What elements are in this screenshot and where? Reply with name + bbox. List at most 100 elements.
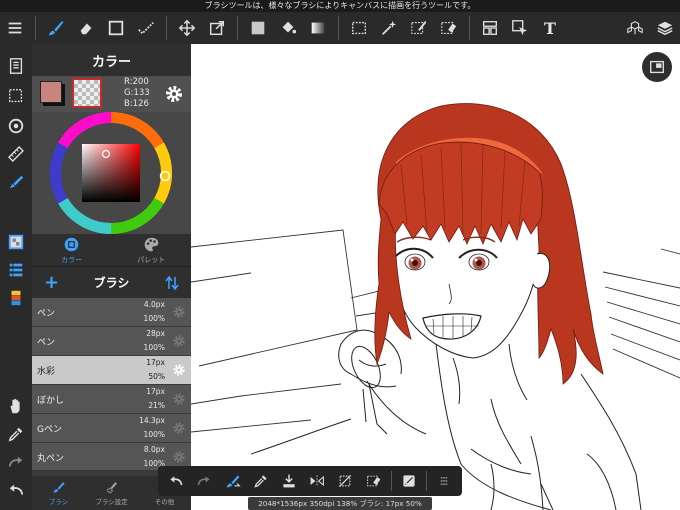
brush-settings-gear-icon[interactable] bbox=[172, 305, 186, 319]
side-panel: カラー R:200 G:133 B:126 カラー パレット + ブラシ ペン … bbox=[32, 44, 191, 510]
toolbar-divider bbox=[469, 16, 470, 40]
undo-icon[interactable] bbox=[4, 478, 28, 502]
text-tool-button[interactable]: T bbox=[535, 12, 565, 44]
document-icon[interactable] bbox=[4, 54, 28, 78]
palette-icon bbox=[144, 237, 159, 251]
snap-icon[interactable] bbox=[4, 114, 28, 138]
tab-other-label: その他 bbox=[154, 498, 175, 506]
tab-brush-settings[interactable]: ブラシ設定 bbox=[85, 476, 138, 510]
secondary-color-swatch[interactable] bbox=[72, 78, 102, 108]
toolbar-divider bbox=[237, 16, 238, 40]
layer-panel-toggle-icon[interactable] bbox=[4, 286, 28, 310]
brush-size: 17px bbox=[146, 387, 165, 396]
brush-list-item[interactable]: Gペン 14.3px 100% bbox=[32, 414, 191, 443]
brush-icon[interactable] bbox=[41, 12, 71, 44]
brush-settings-icon bbox=[106, 482, 117, 494]
brush-list-item[interactable]: ぼかし 17px 21% bbox=[32, 385, 191, 414]
brush-settings-gear-icon[interactable] bbox=[172, 363, 186, 377]
gradient-icon[interactable] bbox=[303, 12, 333, 44]
brush-settings-gear-icon[interactable] bbox=[172, 334, 186, 348]
status-message: ブラシツールは、様々なブラシによりキャンバスに描画を行うツールです。 bbox=[0, 0, 680, 12]
rectangle-icon[interactable] bbox=[101, 12, 131, 44]
redo-icon[interactable] bbox=[4, 450, 28, 474]
top-toolbar: T bbox=[0, 12, 680, 44]
brush-name: ペン bbox=[37, 309, 56, 319]
ruler-icon[interactable] bbox=[4, 142, 28, 166]
canvas-mode-button[interactable] bbox=[642, 52, 672, 82]
flip-horizontal-icon[interactable] bbox=[303, 466, 331, 496]
eyedropper-quick-icon[interactable] bbox=[247, 466, 275, 496]
brush-size: 28px bbox=[146, 329, 165, 338]
brush-opacity: 100% bbox=[143, 343, 165, 352]
tab-palette[interactable]: パレット bbox=[112, 234, 192, 266]
eyedropper-icon[interactable] bbox=[4, 422, 28, 446]
select-pen-icon[interactable] bbox=[404, 12, 434, 44]
brush-name: 水彩 bbox=[37, 367, 56, 377]
brush-name: ぼかし bbox=[37, 396, 65, 406]
brush-opacity: 21% bbox=[148, 401, 165, 410]
redo-quick-icon[interactable] bbox=[190, 466, 218, 496]
move-icon[interactable] bbox=[172, 12, 202, 44]
brush-panel-header: + ブラシ bbox=[32, 266, 191, 298]
drag-handle-icon[interactable] bbox=[430, 466, 458, 496]
brush-quick-icon[interactable] bbox=[218, 466, 246, 496]
tab-color[interactable]: カラー bbox=[32, 234, 112, 266]
sort-icon[interactable] bbox=[165, 275, 179, 291]
layers-icon[interactable] bbox=[650, 12, 680, 44]
magic-wand-icon[interactable] bbox=[374, 12, 404, 44]
toolbar-divider bbox=[338, 16, 339, 40]
brush-size: 17px bbox=[146, 358, 165, 367]
screen-mode-icon bbox=[650, 60, 664, 74]
clear-selection-icon[interactable] bbox=[331, 466, 359, 496]
color-panel-toggle-icon[interactable] bbox=[4, 230, 28, 254]
color-circle-icon bbox=[64, 237, 79, 251]
pen-stabilizer-icon[interactable] bbox=[4, 170, 28, 194]
frame-icon[interactable] bbox=[475, 12, 505, 44]
left-tool-bar bbox=[0, 44, 32, 510]
rgb-r-value: R:200 bbox=[124, 77, 149, 87]
quick-toolbar bbox=[158, 466, 462, 496]
pen-pressure-icon[interactable] bbox=[395, 466, 423, 496]
brush-settings-gear-icon[interactable] bbox=[172, 421, 186, 435]
color-row: R:200 G:133 B:126 bbox=[32, 76, 191, 112]
selection-eraser-quick-icon[interactable] bbox=[359, 466, 387, 496]
toolbar-divider bbox=[35, 16, 36, 40]
brush-name: Gペン bbox=[37, 425, 62, 435]
tab-brush-settings-label: ブラシ設定 bbox=[95, 498, 128, 506]
brush-panel-toggle-icon[interactable] bbox=[4, 258, 28, 282]
hand-icon[interactable] bbox=[4, 394, 28, 418]
artwork-illustration bbox=[191, 103, 680, 510]
add-brush-button[interactable]: + bbox=[44, 274, 59, 292]
3d-icon[interactable] bbox=[620, 12, 650, 44]
selection-menu-icon[interactable] bbox=[4, 84, 28, 108]
rgb-g-value: G:133 bbox=[124, 88, 150, 98]
brush-list-item[interactable]: 水彩 17px 50% bbox=[32, 356, 191, 385]
rgb-b-value: B:126 bbox=[124, 99, 149, 109]
color-settings-gear-icon[interactable] bbox=[164, 84, 184, 104]
pointer-icon[interactable] bbox=[505, 12, 535, 44]
fill-swatch-icon[interactable] bbox=[243, 12, 273, 44]
bucket-icon[interactable] bbox=[273, 12, 303, 44]
primary-color-swatch[interactable] bbox=[40, 81, 62, 103]
brush-settings-gear-icon[interactable] bbox=[172, 392, 186, 406]
brush-settings-gear-icon[interactable] bbox=[172, 450, 186, 464]
brush-list-item[interactable]: ペン 4.0px 100% bbox=[32, 298, 191, 327]
dot-brush-icon[interactable] bbox=[131, 12, 161, 44]
brush-opacity: 50% bbox=[148, 372, 165, 381]
eraser-icon[interactable] bbox=[71, 12, 101, 44]
rect-select-icon[interactable] bbox=[344, 12, 374, 44]
drawing-canvas[interactable] bbox=[191, 44, 680, 510]
undo-quick-icon[interactable] bbox=[162, 466, 190, 496]
tab-brush-label: ブラシ bbox=[48, 498, 69, 506]
tab-brush[interactable]: ブラシ bbox=[32, 476, 85, 510]
transform-icon[interactable] bbox=[202, 12, 232, 44]
brush-list-item[interactable]: ペン 28px 100% bbox=[32, 327, 191, 356]
tab-palette-label: パレット bbox=[137, 255, 166, 264]
quick-toolbar-divider bbox=[390, 471, 392, 491]
menu-icon[interactable] bbox=[0, 12, 30, 44]
rgb-readout: R:200 G:133 B:126 bbox=[124, 77, 150, 110]
fill-quick-icon[interactable] bbox=[275, 466, 303, 496]
brush-list: ペン 4.0px 100% ペン 28px 100% 水彩 17px 50% ぼかし 17px 21%… bbox=[32, 298, 191, 470]
saturation-value-square[interactable] bbox=[82, 144, 140, 202]
select-eraser-icon[interactable] bbox=[434, 12, 464, 44]
